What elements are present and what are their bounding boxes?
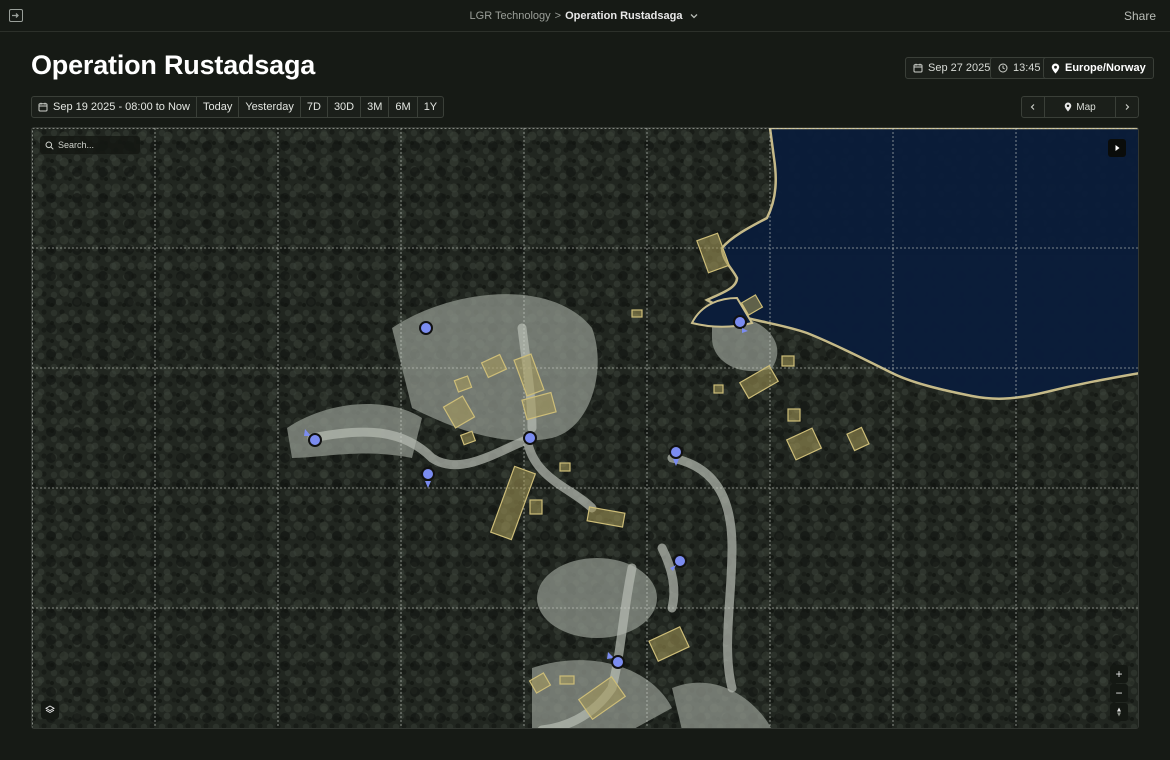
clock-icon [998, 63, 1008, 73]
map-search-input[interactable]: Search... [40, 136, 140, 154]
time-range-label: Sep 19 2025 - 08:00 to Now [53, 101, 190, 113]
preset-today[interactable]: Today [195, 97, 238, 117]
current-view[interactable]: Map [1044, 97, 1116, 117]
zoom-out-button[interactable]: − [1110, 684, 1128, 702]
chevron-down-icon[interactable] [688, 10, 700, 22]
caret-right-icon [1115, 145, 1120, 151]
timezone-value: Europe/Norway [1065, 62, 1146, 74]
search-icon [45, 141, 54, 150]
expand-panel-button[interactable] [1108, 139, 1126, 157]
satellite-map[interactable] [32, 128, 1139, 729]
map-pin-icon [1064, 102, 1072, 112]
map-pin-icon [1051, 63, 1060, 73]
timezone-chip[interactable]: Europe/Norway [1043, 57, 1154, 79]
calendar-icon [38, 102, 48, 112]
breadcrumb-separator: > [554, 9, 562, 22]
zoom-in-button[interactable]: + [1110, 665, 1128, 683]
preset-yesterday[interactable]: Yesterday [238, 97, 300, 117]
breadcrumb: LGR Technology > Operation Rustadsaga [470, 10, 701, 22]
preset-3m[interactable]: 3M [360, 97, 388, 117]
next-view-button[interactable] [1116, 97, 1138, 117]
top-bar: LGR Technology > Operation Rustadsaga Sh… [0, 0, 1170, 32]
chevron-left-icon [1030, 104, 1035, 110]
marker[interactable] [419, 321, 433, 335]
sidebar-toggle-icon[interactable] [9, 9, 23, 22]
time-range-current[interactable]: Sep 19 2025 - 08:00 to Now [32, 97, 196, 117]
time-chip[interactable]: 13:45 [990, 57, 1049, 79]
date-value: Sep 27 2025 [928, 62, 991, 74]
preset-6m[interactable]: 6M [388, 97, 416, 117]
layers-button[interactable] [41, 701, 59, 719]
chevron-right-icon [1125, 104, 1130, 110]
view-switcher: Map [1021, 96, 1139, 118]
map-search-placeholder: Search... [58, 140, 95, 150]
date-chip[interactable]: Sep 27 2025 [905, 57, 999, 79]
time-range-selector: Sep 19 2025 - 08:00 to Now Today Yesterd… [31, 96, 445, 118]
breadcrumb-parent[interactable]: LGR Technology [470, 10, 551, 22]
calendar-icon [913, 63, 923, 73]
time-value: 13:45 [1013, 62, 1041, 74]
marker[interactable] [523, 431, 537, 445]
share-button[interactable]: Share [1124, 9, 1156, 23]
map-view[interactable]: Search... + − [31, 127, 1139, 729]
preset-30d[interactable]: 30D [326, 97, 360, 117]
compass-button[interactable] [1110, 703, 1128, 721]
compass-icon [1117, 707, 1121, 717]
preset-7d[interactable]: 7D [299, 97, 327, 117]
previous-view-button[interactable] [1022, 97, 1044, 117]
page-title: Operation Rustadsaga [31, 50, 316, 80]
preset-1y[interactable]: 1Y [416, 97, 443, 117]
breadcrumb-current[interactable]: Operation Rustadsaga [565, 10, 682, 22]
current-view-label: Map [1076, 101, 1096, 113]
layers-icon [45, 705, 55, 714]
